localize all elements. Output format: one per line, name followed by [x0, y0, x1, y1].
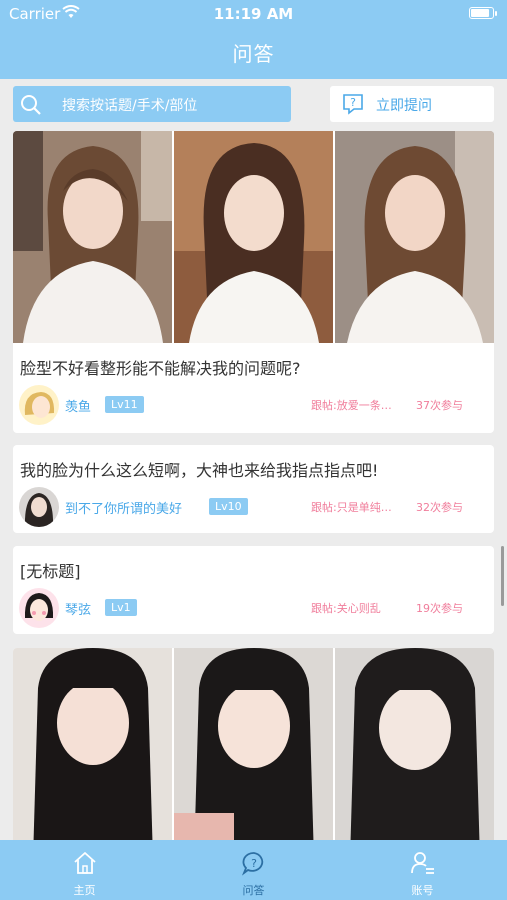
ask-question-label: 立即提问: [376, 98, 432, 114]
post-meta: 羡鱼 Lv11 跟帖:放爱一条… 37次参与: [19, 385, 489, 425]
svg-text:?: ?: [251, 857, 257, 870]
post-meta: 琴弦 Lv1 跟帖:关心则乱 19次参与: [19, 588, 489, 628]
participation-count: 32次参与: [416, 501, 463, 514]
tab-label: 主页: [73, 884, 96, 897]
level-badge: Lv10: [209, 498, 248, 515]
tab-account[interactable]: 账号: [338, 840, 507, 900]
post-photo[interactable]: [174, 131, 333, 343]
username[interactable]: 羡鱼: [65, 396, 91, 415]
post-photo[interactable]: [174, 648, 333, 848]
post-card[interactable]: [无标题] 琴弦 Lv1 跟帖:关心则乱 19次参与: [13, 546, 494, 634]
avatar[interactable]: [19, 588, 59, 628]
tab-label: 问答: [242, 884, 265, 897]
post-title: 我的脸为什么这么短啊，大神也来给我指点指点吧!: [20, 461, 379, 480]
level-badge: Lv1: [105, 599, 137, 616]
participation-count: 37次参与: [416, 399, 463, 412]
svg-text:?: ?: [350, 96, 356, 109]
clock: 11:19 AM: [213, 5, 294, 23]
tab-bar: 主页 ? 问答 账号: [0, 840, 507, 900]
post-card[interactable]: [13, 648, 494, 848]
battery-icon: [469, 7, 497, 19]
post-photo[interactable]: [13, 648, 172, 848]
user-list-icon: [411, 852, 434, 874]
search-row: 搜索按话题/手术/部位 ? 立即提问: [13, 86, 494, 122]
post-photos: [13, 648, 494, 848]
username[interactable]: 到不了你所谓的美好: [65, 498, 182, 517]
latest-reply: 跟帖:只是单纯…: [311, 501, 392, 514]
question-bubble-icon: ?: [343, 94, 363, 115]
nav-header: Carrier 11:19 AM 问答: [0, 0, 507, 79]
tab-label: 账号: [411, 884, 434, 897]
scroll-indicator[interactable]: [501, 546, 504, 606]
home-icon: [74, 852, 96, 874]
participation-count: 19次参与: [416, 602, 463, 615]
search-placeholder: 搜索按话题/手术/部位: [62, 98, 198, 114]
avatar[interactable]: [19, 487, 59, 527]
username[interactable]: 琴弦: [65, 599, 91, 618]
latest-reply: 跟帖:放爱一条…: [311, 399, 392, 412]
post-title: 脸型不好看整形能不能解决我的问题呢?: [20, 359, 301, 378]
search-input[interactable]: 搜索按话题/手术/部位: [13, 86, 291, 122]
post-photos: [13, 131, 494, 343]
post-photo[interactable]: [13, 131, 172, 343]
post-card[interactable]: 我的脸为什么这么短啊，大神也来给我指点指点吧! 到不了你所谓的美好 Lv10 跟…: [13, 445, 494, 533]
post-photo[interactable]: [335, 648, 494, 848]
post-card[interactable]: 脸型不好看整形能不能解决我的问题呢? 羡鱼 Lv11 跟帖:放爱一条… 37次参…: [13, 131, 494, 433]
ask-question-button[interactable]: ? 立即提问: [330, 86, 494, 122]
post-title: [无标题]: [20, 562, 81, 581]
tab-qa[interactable]: ? 问答: [169, 840, 338, 900]
page-title: 问答: [232, 42, 275, 66]
avatar[interactable]: [19, 385, 59, 425]
chat-question-icon: ?: [241, 852, 264, 876]
level-badge: Lv11: [105, 396, 144, 413]
post-photo[interactable]: [335, 131, 494, 343]
status-bar: Carrier 11:19 AM: [0, 0, 507, 28]
post-meta: 到不了你所谓的美好 Lv10 跟帖:只是单纯… 32次参与: [19, 487, 489, 527]
tab-home[interactable]: 主页: [0, 840, 169, 900]
latest-reply: 跟帖:关心则乱: [311, 602, 381, 615]
search-icon: [21, 95, 41, 115]
